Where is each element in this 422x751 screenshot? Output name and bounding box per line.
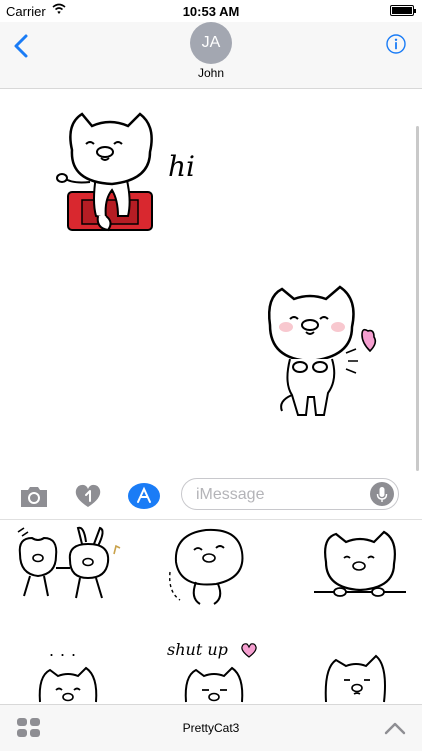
camera-icon[interactable] — [18, 482, 50, 510]
clock: 10:53 AM — [182, 4, 240, 19]
cat-blowing-heart-sticker[interactable] — [262, 283, 386, 419]
info-icon[interactable] — [386, 34, 406, 54]
sticker-caption-dots: ... — [49, 640, 83, 660]
chevron-up-icon[interactable] — [384, 721, 406, 735]
cat-rolling-sticker[interactable] — [166, 522, 256, 608]
back-chevron-icon[interactable] — [10, 32, 34, 60]
small-heart-icon — [241, 643, 257, 658]
cat-peeking-over-line-sticker[interactable] — [312, 528, 408, 600]
cat-side-eye-sticker[interactable] — [322, 650, 388, 704]
cat-shut-up-sticker[interactable] — [182, 662, 246, 704]
contact-name[interactable]: John — [0, 66, 422, 80]
sticker-caption-hi: hi — [168, 150, 195, 183]
app-drawer-bar: PrettyCat3 — [0, 704, 422, 751]
conversation-header: JA John — [0, 22, 422, 89]
imessage-field[interactable] — [181, 478, 399, 511]
sticker-pack-name: PrettyCat3 — [182, 721, 240, 735]
sticker-caption-shut-up: shut up — [167, 640, 228, 659]
message-input[interactable] — [194, 479, 368, 511]
microphone-icon[interactable] — [370, 482, 394, 506]
conversation-scrollbar[interactable] — [416, 126, 419, 471]
message-input-bar — [0, 472, 422, 520]
app-store-icon[interactable] — [128, 482, 160, 510]
cat-dots-sticker[interactable] — [36, 662, 100, 704]
digital-touch-heart-icon[interactable] — [72, 482, 104, 510]
cat-and-rabbit-dancing-sticker[interactable] — [14, 524, 130, 604]
status-bar: Carrier 10:53 AM — [0, 0, 422, 22]
contact-avatar[interactable]: JA — [190, 22, 232, 64]
cat-on-red-chair-sticker[interactable] — [52, 104, 164, 236]
battery-icon — [390, 5, 416, 16]
